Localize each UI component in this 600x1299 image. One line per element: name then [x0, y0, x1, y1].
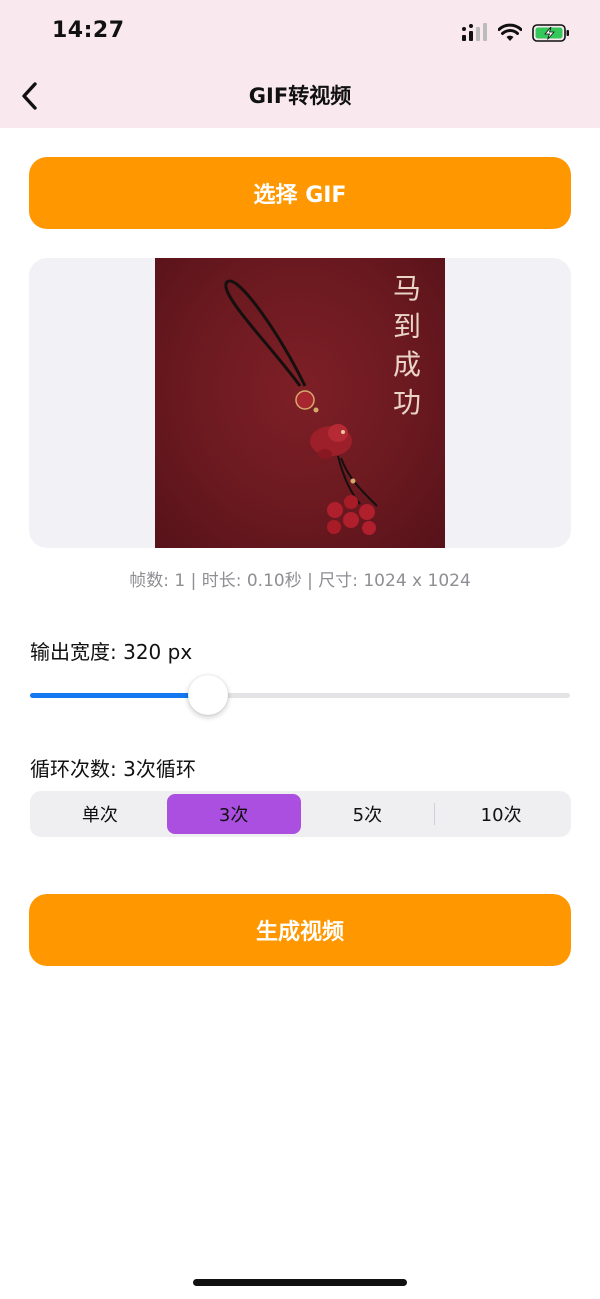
gif-preview-image: 马 到 成 功 — [155, 258, 445, 548]
loop-option-5[interactable]: 5次 — [301, 794, 435, 834]
slider-fill — [30, 693, 209, 698]
caption-char: 到 — [392, 310, 421, 343]
loop-option-10[interactable]: 10次 — [434, 794, 568, 834]
loop-option-label: 3次 — [218, 805, 249, 826]
header-area: 14:27 GIF转视频 — [0, 0, 600, 128]
generate-video-button[interactable]: 生成视频 — [29, 894, 571, 966]
loop-count-label: 循环次数: 3次循环 — [30, 757, 196, 781]
gif-info-text: 帧数: 1 | 时长: 0.10秒 | 尺寸: 1024 x 1024 — [129, 571, 471, 591]
loop-option-3[interactable]: 3次 — [166, 794, 301, 834]
loop-option-label: 5次 — [352, 805, 383, 826]
status-time: 14:27 — [52, 18, 125, 43]
loop-option-label: 10次 — [480, 805, 522, 826]
status-icons — [462, 20, 570, 46]
segment-divider — [434, 803, 436, 825]
loop-option-once[interactable]: 单次 — [33, 794, 167, 834]
select-gif-button[interactable]: 选择 GIF — [29, 157, 571, 229]
preview-caption: 马 到 成 功 — [387, 270, 427, 422]
caption-char: 马 — [392, 272, 421, 305]
output-width-label: 输出宽度: 320 px — [30, 640, 193, 664]
home-indicator — [193, 1279, 407, 1286]
caption-char: 成 — [392, 348, 421, 381]
output-width-slider[interactable] — [30, 672, 570, 718]
loop-option-label: 单次 — [81, 805, 118, 826]
slider-thumb[interactable] — [188, 675, 229, 715]
cellular-signal-icon — [462, 23, 487, 41]
battery-charging-icon — [532, 24, 569, 42]
loop-count-segmented-control[interactable]: 单次 3次 5次 10次 — [30, 791, 571, 837]
gif-preview: 马 到 成 功 — [29, 258, 571, 548]
wifi-icon — [498, 23, 522, 41]
caption-char: 功 — [392, 386, 421, 419]
page-title: GIF转视频 — [248, 84, 352, 108]
